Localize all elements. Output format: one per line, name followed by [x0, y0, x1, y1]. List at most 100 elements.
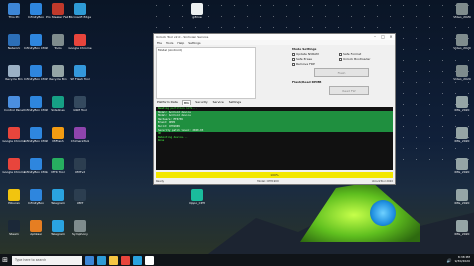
- desktop-icon-label: IMG_2020: [454, 171, 470, 174]
- desktop-icon[interactable]: Video_2020: [450, 65, 474, 93]
- menu-item[interactable]: Settings: [188, 41, 200, 45]
- search-placeholder: Type here to search: [15, 258, 47, 262]
- clock[interactable]: 8:38 PM 9/30/2020: [455, 256, 470, 263]
- tab-security[interactable]: Security: [194, 100, 209, 105]
- desktop-icon[interactable]: Telegram: [46, 189, 70, 217]
- desktop-icon[interactable]: Video_2020: [450, 3, 474, 31]
- desktop-icon-label: InfinityBox: [28, 16, 44, 19]
- task-view-icon[interactable]: [85, 255, 94, 265]
- desktop-icon[interactable]: Google Chrome: [2, 127, 26, 155]
- unlock-tool-window[interactable]: Unlock Tool v2.0 - Sinhvien Service – □ …: [153, 33, 396, 185]
- search-box[interactable]: Type here to search: [12, 255, 82, 265]
- tab-mtk[interactable]: Mtk: [181, 100, 192, 105]
- desktop-icon[interactable]: Google Chrome: [68, 34, 92, 62]
- desktop-icon[interactable]: Telegram: [46, 220, 70, 248]
- desktop-icon[interactable]: SP Flash Tool: [68, 65, 92, 93]
- desktop-icon[interactable]: InfinityBox CM2MT2: [24, 34, 48, 62]
- desktop-icon[interactable]: Pro Stealer Fail Sales: [46, 3, 70, 31]
- desktop-icon[interactable]: IMG_2020: [450, 220, 474, 248]
- read-button[interactable]: Read FW: [329, 86, 369, 95]
- desktop-icon[interactable]: GSM Tool: [68, 96, 92, 124]
- desktop-icon[interactable]: InfinityBox CM2BT: [24, 127, 48, 155]
- app-icon: [456, 189, 468, 201]
- tab-settings[interactable]: Settings: [227, 100, 243, 105]
- app-icon: [30, 34, 42, 46]
- app-icon: [74, 220, 86, 232]
- telegram-icon[interactable]: [133, 255, 142, 265]
- desktop-icon-label: Tools: [54, 47, 62, 50]
- status-left: Ready: [156, 180, 165, 183]
- desktop-icon[interactable]: Steam: [2, 220, 26, 248]
- desktop-icon[interactable]: IMG_2020: [450, 96, 474, 124]
- desktop-icon[interactable]: Control Panel: [2, 96, 26, 124]
- desktop-icon[interactable]: MTK Tool: [46, 158, 70, 186]
- mode-title: Mode Settings: [292, 47, 317, 51]
- console-log[interactable]: Reading partition info... Model: Android …: [156, 107, 393, 170]
- desktop-icon-label: Google Chrome: [68, 47, 92, 50]
- maximize-icon[interactable]: □: [379, 34, 387, 40]
- desktop-icon[interactable]: IMG_2020: [450, 189, 474, 217]
- option-safe-erase[interactable]: Safe Erase: [292, 57, 312, 61]
- desktop-icon[interactable]: InfinityBox CM2AND: [24, 158, 48, 186]
- desktop-icon[interactable]: InfinityBox CM2MT2: [24, 96, 48, 124]
- desktop-icon[interactable]: IMG_2020: [450, 158, 474, 186]
- app-icon: [52, 189, 64, 201]
- progress-bar: 100%: [156, 172, 393, 178]
- menu-item[interactable]: Tools: [166, 41, 173, 45]
- menu-item[interactable]: File: [157, 41, 162, 45]
- desktop-icon[interactable]: UMT: [68, 189, 92, 217]
- edge-icon[interactable]: [97, 255, 106, 265]
- desktop-icon[interactable]: InfinityBox: [24, 189, 48, 217]
- desktop-icon-label: Aplikasi: [30, 233, 42, 236]
- desktop-icon[interactable]: Aplikasi: [24, 220, 48, 248]
- system-tray: 🔊 8:38 PM 9/30/2020: [447, 256, 474, 263]
- menu-item[interactable]: Help: [177, 41, 184, 45]
- desktop-icon-label: Sidelines: [51, 109, 65, 112]
- desktop-icon[interactable]: Tools: [46, 34, 70, 62]
- desktop-icon[interactable]: InfinityBox: [24, 3, 48, 31]
- desktop-icon[interactable]: Sidelines: [46, 96, 70, 124]
- app-icon: [456, 96, 468, 108]
- desktop-icon-label: InfinityBox CM2AND: [24, 171, 48, 174]
- option-safe-format[interactable]: Safe Format: [339, 52, 361, 56]
- desktop-icon[interactable]: ChimeraTool: [68, 127, 92, 155]
- desktop-icon[interactable]: MiFlash: [46, 127, 70, 155]
- option-unlock-bootloader[interactable]: Unlock Bootloader: [339, 57, 371, 61]
- desktop-icon[interactable]: Network: [2, 34, 26, 62]
- desktop-icon[interactable]: IMG_2020: [450, 127, 474, 155]
- windows-start-icon[interactable]: ⊞: [0, 254, 10, 266]
- model-list[interactable]: Model (Android): [156, 47, 256, 99]
- tab-service[interactable]: Service: [211, 100, 225, 105]
- desktop-icon[interactable]: Oppo_CPH: [185, 189, 209, 217]
- desktop-icon[interactable]: gdrive: [185, 3, 209, 31]
- desktop-icon[interactable]: Recycle Bin: [46, 65, 70, 93]
- status-mid: Model: CPH1909: [257, 180, 279, 183]
- tab-platform-data[interactable]: Platform Data: [156, 100, 179, 105]
- status-right: UnlockTool 2020: [371, 180, 393, 183]
- option-update-nvram[interactable]: Update NVRAM: [292, 52, 319, 56]
- volume-icon[interactable]: 🔊: [447, 258, 452, 263]
- desktop-icon[interactable]: UMTv2: [68, 158, 92, 186]
- file-explorer-icon[interactable]: [109, 255, 118, 265]
- app-icon: [8, 96, 20, 108]
- desktop-icon-label: InfinityBox: [28, 202, 44, 205]
- chrome-icon[interactable]: [121, 255, 130, 265]
- desktop-icon[interactable]: Video_2020: [450, 34, 474, 62]
- taskbar: ⊞ Type here to search 🔊 8:38 PM 9/30/202…: [0, 254, 474, 266]
- desktop-icon-label: MTK Tool: [51, 171, 65, 174]
- flash-button[interactable]: Flash: [314, 68, 369, 77]
- minimize-icon[interactable]: –: [371, 34, 379, 40]
- desktop-icon[interactable]: This PC: [2, 3, 26, 31]
- unlock-tool-taskbar-icon[interactable]: [145, 255, 154, 265]
- app-icon: [456, 3, 468, 15]
- desktop-icon[interactable]: Microsoft Edge: [68, 3, 92, 31]
- desktop-icon[interactable]: InfinityBox CM2SCR: [24, 65, 48, 93]
- desktop-icon[interactable]: Google Chrome: [2, 158, 26, 186]
- desktop-icon-label: Telegram: [51, 202, 65, 205]
- close-icon[interactable]: ×: [387, 34, 395, 40]
- option-remove-frp[interactable]: Remove FRP: [292, 62, 315, 66]
- app-icon: [8, 34, 20, 46]
- desktop-icon[interactable]: Hiburan: [2, 189, 26, 217]
- desktop-icon[interactable]: Symphony: [68, 220, 92, 248]
- desktop-icon[interactable]: Recycle Bin: [2, 65, 26, 93]
